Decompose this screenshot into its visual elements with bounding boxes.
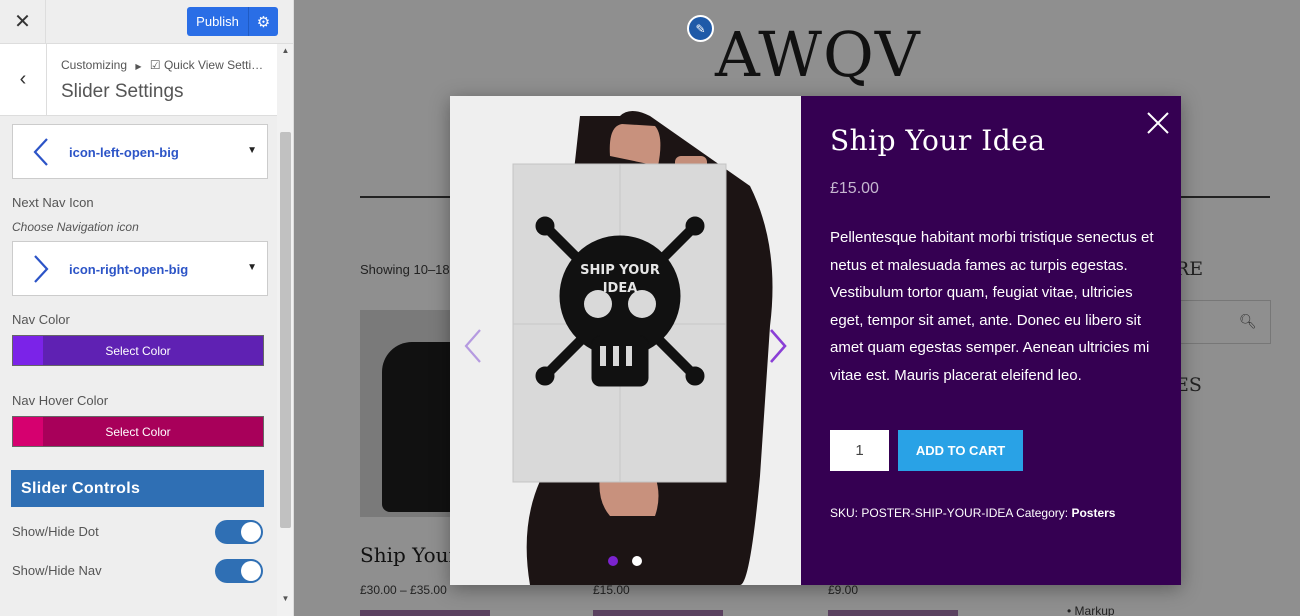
- breadcrumb-current: ☑ Quick View Setti…: [149, 58, 264, 72]
- product-price: £9.00: [828, 583, 859, 597]
- sidebar-scrollbar[interactable]: ▲ ▼: [277, 44, 293, 616]
- scrollbar-thumb[interactable]: [280, 132, 291, 528]
- nav-hover-color-label: Nav Hover Color: [12, 393, 109, 408]
- product-price: £15.00: [593, 583, 630, 597]
- nav-hover-color-button-label: Select Color: [105, 424, 171, 439]
- product-title: Ship Your Idea: [830, 124, 1046, 157]
- section-header: ‹ Customizing ▶ ☑ Quick View Setti… Slid…: [0, 44, 277, 116]
- chevron-left-icon: [33, 138, 48, 166]
- product-button[interactable]: [593, 610, 723, 616]
- next-nav-icon-select[interactable]: icon-right-open-big ▼: [12, 241, 268, 296]
- product-price: £30.00 – £35.00: [360, 583, 447, 597]
- publish-button[interactable]: Publish: [187, 7, 249, 36]
- add-to-cart-button[interactable]: ADD TO CART: [898, 430, 1023, 471]
- show-nav-label: Show/Hide Nav: [12, 563, 102, 578]
- customizer-sidebar: ✕ Publish ⚙ ‹ Customizing ▶ ☑ Quick View…: [0, 0, 294, 616]
- publish-group: Publish ⚙: [187, 7, 278, 36]
- scroll-up-icon[interactable]: ▲: [277, 46, 293, 58]
- sku-value: POSTER-SHIP-YOUR-IDEA: [861, 506, 1013, 520]
- nav-color-button-label: Select Color: [105, 343, 171, 358]
- gear-icon: ⚙: [256, 13, 271, 31]
- quantity-input[interactable]: [830, 430, 889, 471]
- prev-nav-icon-value: icon-left-open-big: [69, 145, 179, 160]
- section-title: Slider Settings: [61, 81, 184, 102]
- product-description: Pellentesque habitant morbi tristique se…: [830, 229, 1154, 384]
- publish-settings-button[interactable]: ⚙: [249, 7, 278, 36]
- slider-dot-active[interactable]: [608, 556, 618, 566]
- product-thumbnail[interactable]: [360, 310, 455, 517]
- show-dot-toggle[interactable]: [215, 520, 263, 544]
- quick-view-modal: SHIP YOUR IDEA Ship Your Idea £15.00 Pel…: [450, 96, 1181, 585]
- breadcrumb-root: Customizing: [61, 58, 128, 72]
- edit-shortcut-pencil-icon[interactable]: ✎: [687, 15, 714, 42]
- product-image: SHIP YOUR IDEA: [450, 96, 801, 585]
- chevron-left-icon: ‹: [19, 68, 27, 90]
- sku-label: SKU:: [830, 506, 859, 520]
- site-title[interactable]: AWQV: [715, 18, 921, 91]
- next-nav-icon-label: Next Nav Icon: [12, 195, 94, 210]
- product-meta: SKU: POSTER-SHIP-YOUR-IDEA Category: Pos…: [830, 506, 1115, 520]
- breadcrumb: Customizing ▶ ☑ Quick View Setti…: [61, 58, 263, 72]
- slider-next-arrow-icon[interactable]: [768, 328, 788, 364]
- category-label: Category:: [1016, 506, 1069, 520]
- toggle-knob: [241, 561, 261, 581]
- scroll-down-icon[interactable]: ▼: [277, 594, 293, 606]
- skull-illustration: [535, 216, 705, 387]
- next-nav-icon-description: Choose Navigation icon: [12, 220, 139, 234]
- caret-down-icon: ▼: [247, 262, 257, 273]
- slider-controls-heading: Slider Controls: [11, 470, 264, 507]
- slider-dot[interactable]: [632, 556, 642, 566]
- nav-color-label: Nav Color: [12, 312, 70, 327]
- jacket-figure: [382, 342, 455, 512]
- back-button[interactable]: ‹: [0, 44, 47, 115]
- category-link[interactable]: Posters: [1071, 506, 1115, 520]
- breadcrumb-separator-icon: ▶: [135, 62, 142, 71]
- product-button[interactable]: [828, 610, 958, 616]
- slider-prev-arrow-icon[interactable]: [463, 328, 483, 364]
- toggle-knob: [241, 522, 261, 542]
- nav-color-swatch: [13, 336, 43, 365]
- product-name[interactable]: Ship Your: [360, 543, 458, 567]
- markup-link-text: Markup: [1074, 604, 1115, 616]
- show-nav-toggle[interactable]: [215, 559, 263, 583]
- chevron-right-icon: [34, 255, 49, 283]
- product-summary-panel: Ship Your Idea £15.00 Pellentesque habit…: [801, 96, 1181, 585]
- markup-link[interactable]: • Markup: [1067, 604, 1115, 616]
- prev-nav-icon-select[interactable]: icon-left-open-big ▼: [12, 124, 268, 179]
- close-customizer-button[interactable]: ✕: [0, 0, 46, 43]
- poster-lettering: IDEA: [603, 281, 638, 296]
- product-image-slider: SHIP YOUR IDEA: [450, 96, 801, 585]
- caret-down-icon: ▼: [247, 145, 257, 156]
- product-price: £15.00: [830, 180, 879, 197]
- close-icon: ✕: [14, 11, 31, 33]
- result-count: Showing 10–18: [360, 262, 450, 277]
- slider-dots: [608, 556, 642, 566]
- product-button[interactable]: [360, 610, 490, 616]
- next-nav-icon-value: icon-right-open-big: [69, 262, 189, 277]
- nav-hover-color-button[interactable]: Select Color: [12, 416, 264, 447]
- nav-hover-color-swatch: [13, 417, 43, 446]
- customizer-header: ✕ Publish ⚙: [0, 0, 293, 44]
- search-icon[interactable]: 🔍︎: [1239, 313, 1257, 330]
- close-icon[interactable]: [1145, 110, 1171, 136]
- show-dot-label: Show/Hide Dot: [12, 524, 99, 539]
- poster-lettering: SHIP YOUR: [580, 263, 660, 278]
- nav-color-button[interactable]: Select Color: [12, 335, 264, 366]
